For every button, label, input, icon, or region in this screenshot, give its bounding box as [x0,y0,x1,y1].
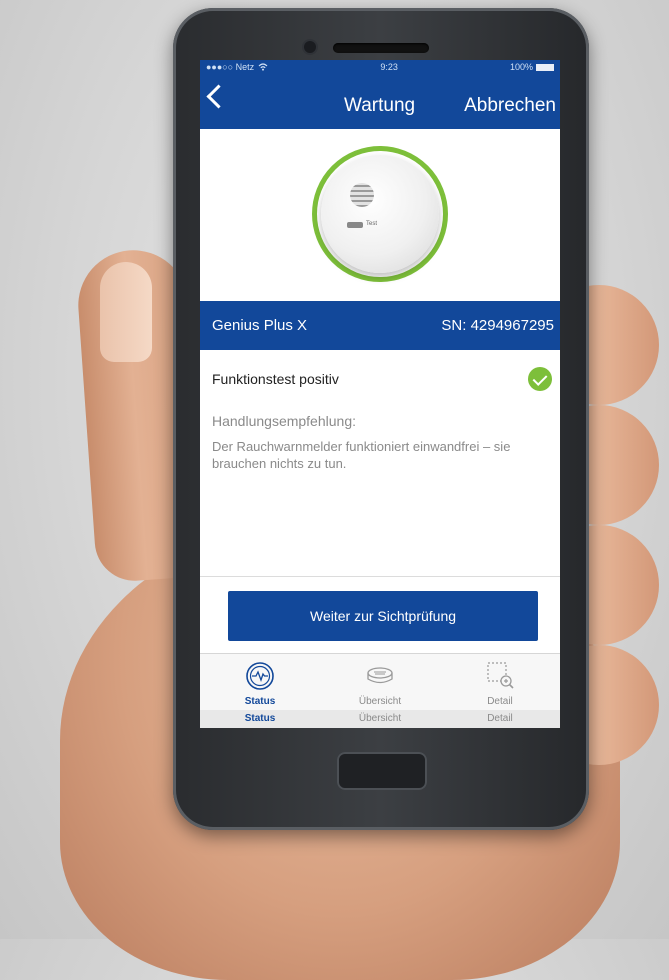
carrier-signal: ●●●○○ Netz [206,62,268,72]
tab-detail-sublabel: Detail [487,713,513,724]
battery-status: 100% [510,62,554,72]
status-bar: ●●●○○ Netz 9:23 100% [200,60,560,74]
tab-status-sublabel: Status [244,713,276,724]
thumb-nail [100,262,152,362]
device-serial: SN: 4294967295 [441,317,554,334]
tab-overview[interactable]: Übersicht Übersicht [320,654,440,728]
device-info-bar: Genius Plus X SN: 4294967295 [200,301,560,350]
tab-overview-sublabel: Übersicht [358,713,402,724]
smoke-detector-image [321,155,439,273]
status-icon [246,662,274,690]
recommendation-section: Handlungsempfehlung: Der Rauchwarnmelder… [200,413,560,472]
phone-screen: ●●●○○ Netz 9:23 100% Wartung Abbrechen T… [200,60,560,728]
test-result-row: Funktionstest positiv [200,350,560,407]
tab-overview-label: Übersicht [358,696,402,707]
nav-bar: Wartung Abbrechen [200,74,560,129]
recommendation-body: Der Rauchwarnmelder funktioniert einwand… [212,439,511,471]
tab-status[interactable]: Status Status [200,654,320,728]
tab-detail[interactable]: Detail Detail [440,654,560,728]
tab-status-label: Status [244,696,276,707]
detector-grille-icon [350,183,374,207]
home-button[interactable] [337,752,427,790]
recommendation-title: Handlungsempfehlung: [212,413,356,429]
cta-container: Weiter zur Sichtprüfung [200,576,560,654]
device-image-area: Test [200,129,560,301]
tab-detail-label: Detail [487,696,513,707]
cancel-button[interactable]: Abbrechen [464,95,556,117]
page-title: Wartung [344,95,416,116]
carrier-label: ●●●○○ Netz [206,62,255,72]
earpiece-speaker [333,43,429,53]
test-result-text: Funktionstest positiv [212,370,339,387]
continue-visual-check-button[interactable]: Weiter zur Sichtprüfung [228,591,538,641]
zoom-detail-icon [487,662,514,689]
status-time: 9:23 [380,62,398,72]
detector-test-button [347,222,363,228]
battery-percent: 100% [509,62,533,72]
front-camera [304,41,316,53]
detector-icon [367,667,393,684]
wifi-icon [258,63,268,71]
back-chevron-icon[interactable] [206,84,231,109]
detector-test-label: Test [366,221,378,227]
battery-icon [536,64,554,72]
device-name: Genius Plus X [212,317,308,334]
check-circle-icon [528,366,552,391]
tab-bar: Status Status Übersicht Übersicht Detail… [200,653,560,728]
